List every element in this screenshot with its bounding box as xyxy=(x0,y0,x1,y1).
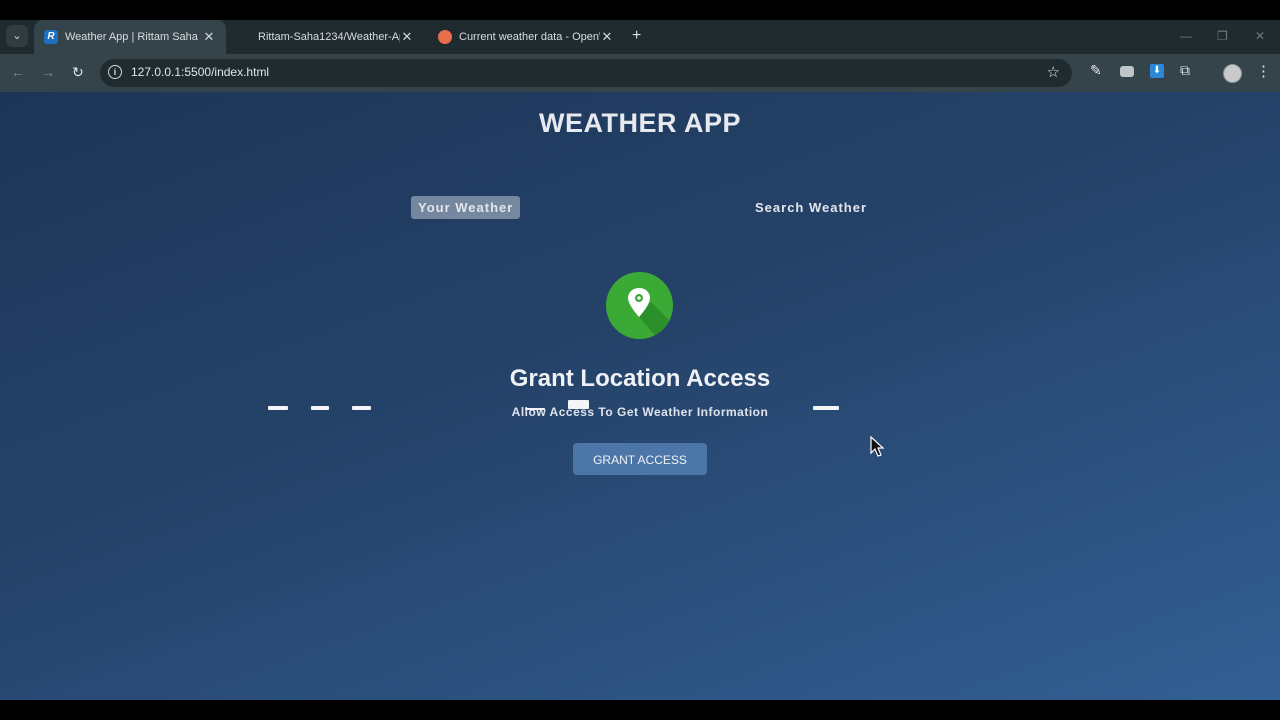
tab-title: Rittam-Saha1234/Weather-App xyxy=(258,31,400,43)
top-letterbox xyxy=(0,0,1280,20)
mouse-cursor-icon xyxy=(870,436,885,457)
location-pin-icon xyxy=(606,272,673,339)
tab-your-weather[interactable]: Your Weather xyxy=(411,196,521,219)
close-tab-icon[interactable]: ✕ xyxy=(400,29,414,45)
tab-favicon-r: R xyxy=(44,30,58,44)
forward-icon[interactable]: → xyxy=(41,64,55,80)
tab-search-button[interactable]: ⌄ xyxy=(6,25,28,47)
close-tab-icon[interactable]: ✕ xyxy=(202,29,216,45)
address-bar[interactable]: i 127.0.0.1:5500/index.html ☆ xyxy=(100,59,1072,87)
openweather-favicon-icon xyxy=(438,30,452,44)
close-tab-icon[interactable]: ✕ xyxy=(600,29,614,45)
browser-tab-github[interactable]: Rittam-Saha1234/Weather-App ✕ xyxy=(248,20,424,54)
overlay-dash-artifact xyxy=(311,406,329,410)
bottom-letterbox xyxy=(0,700,1280,720)
overlay-dash-artifact xyxy=(568,400,589,409)
overlay-dash-artifact xyxy=(813,406,839,410)
back-icon[interactable]: ← xyxy=(11,64,25,80)
grant-access-description: Allow Access To Get Weather Information xyxy=(511,405,769,419)
grant-access-button[interactable]: GRANT ACCESS xyxy=(573,443,707,475)
page-title: WEATHER APP xyxy=(538,108,741,138)
overlay-dash-artifact xyxy=(525,408,545,410)
new-tab-button[interactable]: + xyxy=(632,27,641,45)
screenshot-extension-icon[interactable] xyxy=(1120,66,1134,77)
download-extension-icon[interactable]: ⬇ xyxy=(1150,64,1164,78)
minimize-icon[interactable]: — xyxy=(1180,29,1192,43)
extensions-puzzle-icon[interactable]: ⧉ xyxy=(1180,62,1196,78)
tab-title: Current weather data - OpenWe xyxy=(459,31,600,43)
tab-search-weather[interactable]: Search Weather xyxy=(748,196,874,219)
profile-avatar[interactable] xyxy=(1223,64,1242,83)
reload-icon[interactable]: ↻ xyxy=(72,64,84,81)
browser-tab-weather-app[interactable]: R Weather App | Rittam Saha ✕ xyxy=(34,20,226,54)
window-close-icon[interactable]: ✕ xyxy=(1255,29,1265,43)
bookmark-star-icon[interactable]: ☆ xyxy=(1047,63,1060,81)
color-picker-extension-icon[interactable]: ✎ xyxy=(1090,62,1106,78)
overlay-dash-artifact xyxy=(268,406,288,410)
restore-icon[interactable]: ❐ xyxy=(1217,29,1228,43)
grant-access-heading: Grant Location Access xyxy=(509,365,771,392)
browser-toolbar: ← → ↻ i 127.0.0.1:5500/index.html ☆ ✎ ⬇ … xyxy=(0,54,1280,92)
weather-app-page: WEATHER APP Your Weather Search Weather … xyxy=(0,92,1280,700)
browser-tab-openweather[interactable]: Current weather data - OpenWe ✕ xyxy=(428,20,624,54)
overlay-dash-artifact xyxy=(352,406,371,410)
url-text[interactable]: 127.0.0.1:5500/index.html xyxy=(131,65,269,79)
site-info-icon[interactable]: i xyxy=(108,65,122,79)
browser-tab-strip: ⌄ R Weather App | Rittam Saha ✕ Rittam-S… xyxy=(0,20,1280,54)
browser-menu-icon[interactable]: ⋮ xyxy=(1256,62,1271,80)
tab-title: Weather App | Rittam Saha xyxy=(65,31,198,43)
